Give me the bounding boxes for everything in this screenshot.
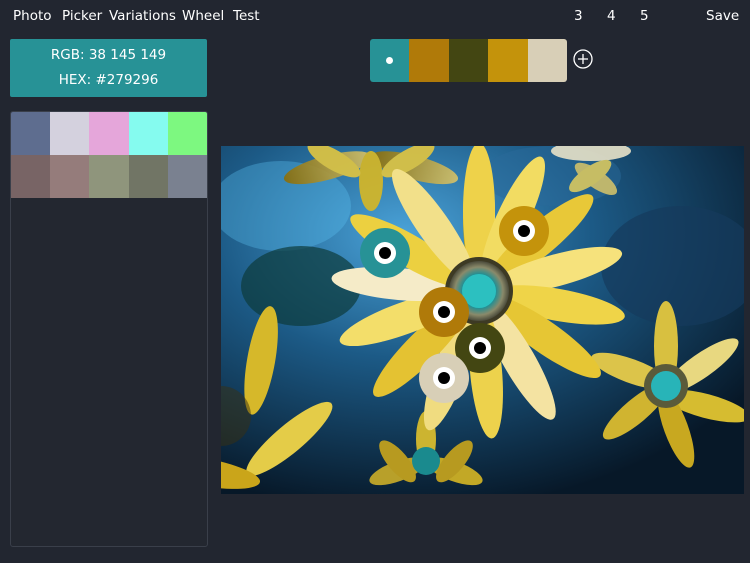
palette-strip <box>370 39 567 82</box>
swatch-r1-c5[interactable] <box>167 112 207 155</box>
swatch-r2-c2[interactable] <box>50 155 90 198</box>
swatch-r1-c4[interactable] <box>128 112 168 155</box>
palette-color-3[interactable] <box>448 39 489 82</box>
selected-color-card: RGB: 38 145 149 HEX: #279296 <box>10 39 207 97</box>
palette-color-2[interactable] <box>409 39 449 82</box>
marker-beige[interactable] <box>419 353 469 403</box>
palette-color-1[interactable] <box>370 39 410 82</box>
palette-color-5[interactable] <box>527 39 567 82</box>
palette-color-4[interactable] <box>488 39 528 82</box>
marker-teal[interactable] <box>360 228 410 278</box>
plus-circle-icon[interactable] <box>573 49 593 69</box>
nav-picker[interactable]: Picker <box>62 8 102 24</box>
palette-count-3[interactable]: 3 <box>574 8 583 24</box>
nav-photo[interactable]: Photo <box>13 8 52 24</box>
rgb-value: RGB: 38 145 149 <box>50 47 167 63</box>
marker-core <box>379 247 391 259</box>
marker-amber-top[interactable] <box>499 206 549 256</box>
palette-count-5[interactable]: 5 <box>640 8 649 24</box>
nav-wheel[interactable]: Wheel <box>182 8 224 24</box>
hex-value: HEX: #279296 <box>58 72 159 88</box>
marker-core <box>474 342 486 354</box>
swatch-r2-c3[interactable] <box>89 155 129 198</box>
swatch-r2-c1[interactable] <box>11 155 51 198</box>
swatch-r2-c5[interactable] <box>167 155 207 198</box>
save-button[interactable]: Save <box>706 8 739 24</box>
swatch-r2-c4[interactable] <box>128 155 168 198</box>
top-bar: Photo Picker Variations Wheel Test 3 4 5… <box>0 0 750 34</box>
swatch-panel <box>10 111 208 547</box>
marker-core <box>438 372 450 384</box>
nav-variations[interactable]: Variations <box>109 8 176 24</box>
selected-indicator-dot <box>386 57 393 64</box>
marker-core <box>518 225 530 237</box>
palette-count-4[interactable]: 4 <box>607 8 616 24</box>
flower-photo-image <box>221 146 744 494</box>
swatch-r1-c3[interactable] <box>89 112 129 155</box>
flower-photo[interactable] <box>221 146 744 494</box>
nav-test[interactable]: Test <box>233 8 260 24</box>
swatch-r1-c2[interactable] <box>50 112 90 155</box>
swatch-r1-c1[interactable] <box>11 112 51 155</box>
marker-core <box>438 306 450 318</box>
